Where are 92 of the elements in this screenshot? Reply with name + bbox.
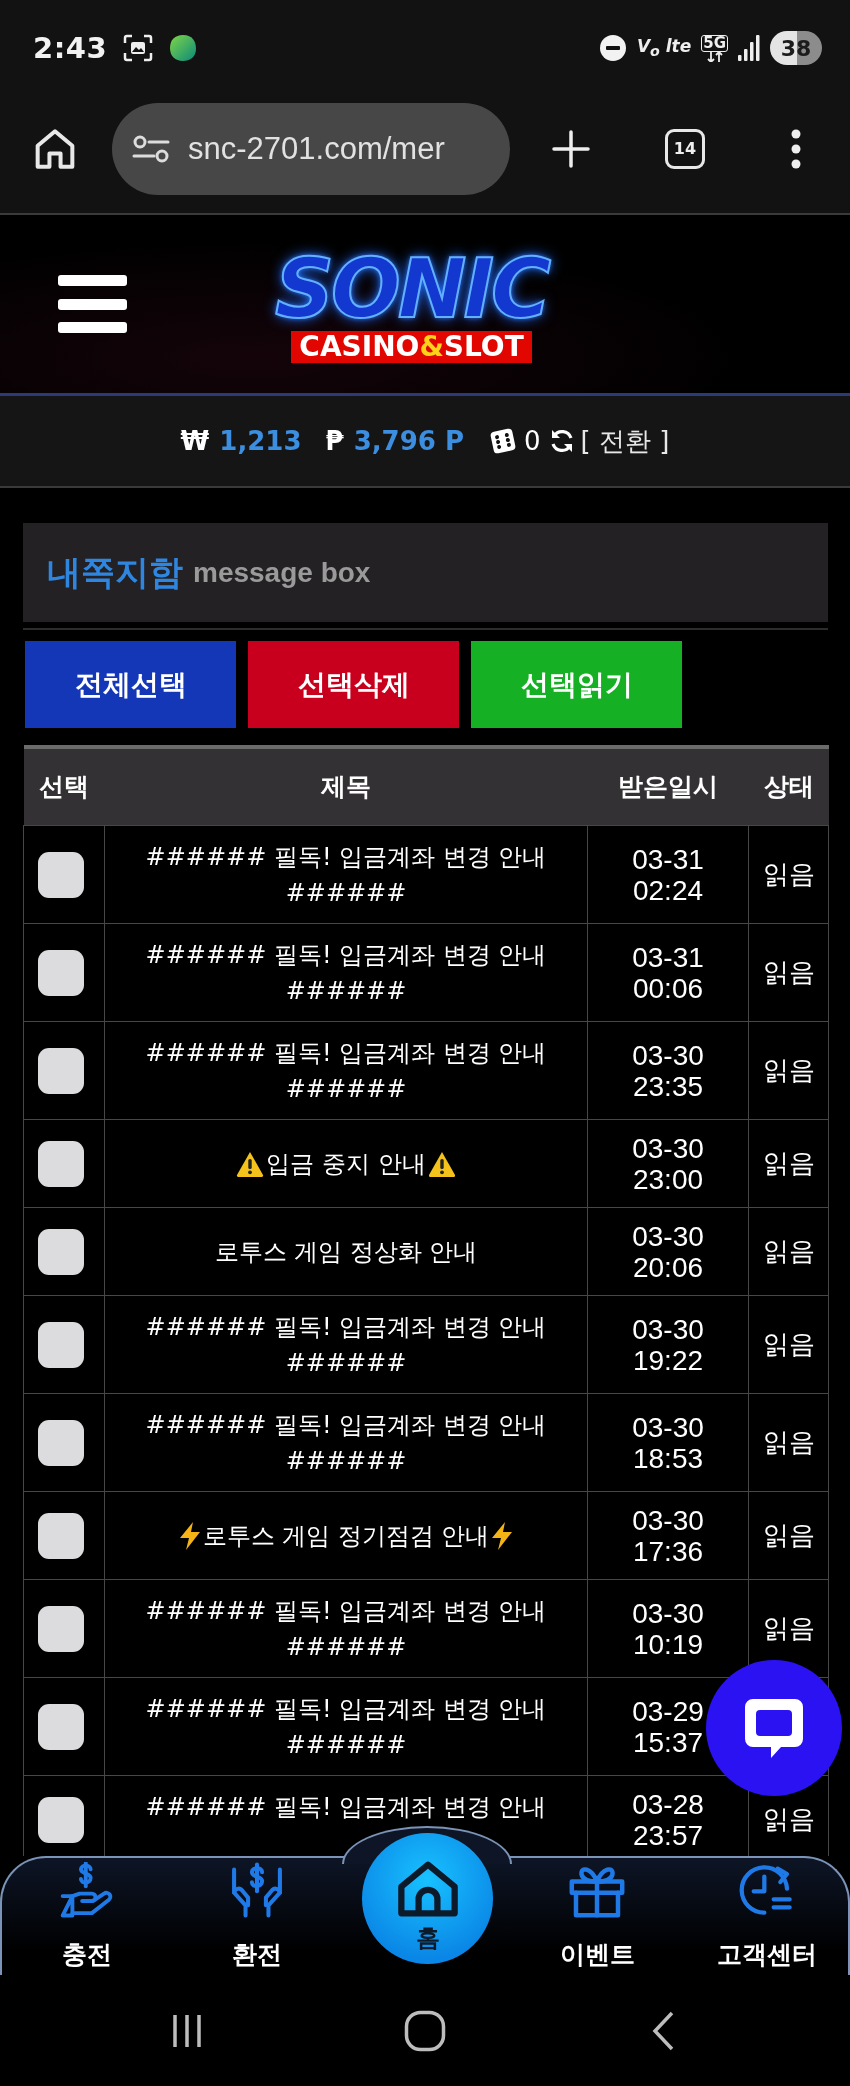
clock-time: 2:43 (33, 31, 108, 65)
read-status: 읽음 (762, 859, 815, 889)
signal-icon (738, 35, 760, 61)
message-title[interactable]: 입금 중지 안내 (266, 1145, 426, 1182)
convert-link[interactable]: [ 전환 ] (580, 423, 670, 459)
delete-selected-button[interactable]: 선택삭제 (248, 641, 459, 728)
column-header: 제목 (321, 772, 371, 802)
read-status: 읽음 (762, 1148, 815, 1178)
received-date: 03-30 (631, 1039, 705, 1071)
point-balance: 3,796 P (353, 426, 464, 456)
logo-subtitle: CASINO&SLOT (291, 331, 532, 363)
tab-switcher-button[interactable]: 14 (665, 128, 705, 169)
home-nav-button[interactable]: 홈 (362, 1833, 493, 1964)
read-status: 읽음 (762, 1804, 815, 1834)
data-arrows-icon (704, 51, 725, 62)
logo-wordmark: SONIC (275, 249, 549, 329)
checkbox[interactable] (38, 1703, 84, 1750)
received-date: 03-30 (631, 1597, 705, 1629)
read-status: 읽음 (762, 1055, 815, 1085)
select-all-button[interactable]: 전체선택 (25, 641, 236, 728)
read-status: 읽음 (762, 1236, 815, 1266)
received-time: 00:06 (631, 972, 705, 1004)
checkbox[interactable] (38, 1140, 84, 1187)
read-status: 읽음 (762, 1613, 815, 1643)
battery-indicator: 38 (770, 31, 822, 65)
read-status: 읽음 (762, 1427, 815, 1457)
checkbox[interactable] (38, 851, 84, 898)
app-icon (169, 34, 198, 62)
page-subtitle: message box (193, 556, 371, 589)
received-date: 03-31 (631, 843, 705, 875)
menu-icon[interactable] (58, 275, 127, 333)
checkbox[interactable] (38, 1796, 84, 1843)
checkbox[interactable] (38, 1512, 84, 1559)
new-tab-icon[interactable] (552, 129, 590, 168)
checkbox[interactable] (38, 1605, 84, 1652)
lightning-bolt-icon (491, 1521, 514, 1550)
read-status: 읽음 (762, 957, 815, 987)
received-date: 03-31 (631, 941, 705, 973)
received-date: 03-30 (631, 1132, 705, 1164)
column-header: 받은일시 (618, 772, 718, 802)
address-bar[interactable]: snc-2701.com/mer (112, 102, 510, 195)
screenshot-icon (123, 34, 154, 62)
won-sign: ₩ (180, 426, 210, 456)
point-sign: ₱ (325, 426, 344, 456)
received-time: 20:06 (631, 1251, 705, 1283)
checkbox[interactable] (38, 1321, 84, 1368)
checkbox[interactable] (38, 949, 84, 996)
received-time: 23:35 (631, 1070, 705, 1102)
nav-item[interactable]: 충전 (59, 1858, 115, 1971)
cash-balance: 1,213 (219, 426, 302, 456)
received-time: 19:22 (631, 1344, 705, 1376)
network-type: 5G (701, 34, 728, 52)
nav-item[interactable]: 환전 (229, 1858, 285, 1971)
hands-dollar-icon (229, 1862, 285, 1918)
recent-apps-icon[interactable] (172, 2012, 202, 2049)
page-title: 내쪽지함 (47, 550, 183, 594)
home-icon[interactable] (404, 2009, 446, 2052)
read-status: 읽음 (762, 1520, 815, 1550)
checkbox[interactable] (38, 1228, 84, 1275)
received-time: 15:37 (631, 1726, 705, 1758)
received-time: 02:24 (631, 874, 705, 906)
received-date: 03-29 (631, 1695, 705, 1727)
more-options-icon[interactable] (790, 128, 802, 169)
lightning-bolt-icon (178, 1521, 201, 1550)
site-settings-icon[interactable] (132, 133, 170, 164)
received-date: 03-30 (631, 1411, 705, 1443)
checkbox[interactable] (38, 1047, 84, 1094)
dice-icon (490, 428, 516, 454)
warning-icon (236, 1150, 265, 1177)
clock-arrow-icon (739, 1862, 795, 1918)
warning-icon (427, 1150, 456, 1177)
chip-count: 0 (524, 426, 541, 456)
received-time: 23:57 (631, 1819, 705, 1851)
house-icon (395, 1860, 460, 1918)
received-date: 03-30 (631, 1504, 705, 1536)
column-header: 상태 (763, 772, 814, 802)
checkbox[interactable] (38, 1419, 84, 1466)
do-not-disturb-icon (598, 34, 627, 62)
received-time: 18:53 (631, 1442, 705, 1474)
received-time: 23:00 (631, 1163, 705, 1195)
nav-item[interactable]: 이벤트 (559, 1858, 635, 1971)
received-date: 03-28 (631, 1788, 705, 1820)
received-time: 17:36 (631, 1535, 705, 1567)
back-icon[interactable] (652, 2010, 674, 2051)
volte-indicator: V$_{o}$ lte (636, 36, 692, 60)
received-date: 03-30 (631, 1313, 705, 1345)
nav-item[interactable]: 고객센터 (717, 1858, 817, 1971)
hand-dollar-icon (59, 1862, 115, 1918)
received-time: 10:19 (631, 1628, 705, 1660)
received-date: 03-30 (631, 1220, 705, 1252)
column-header: 선택 (39, 772, 89, 802)
read-status: 읽음 (762, 1329, 815, 1359)
